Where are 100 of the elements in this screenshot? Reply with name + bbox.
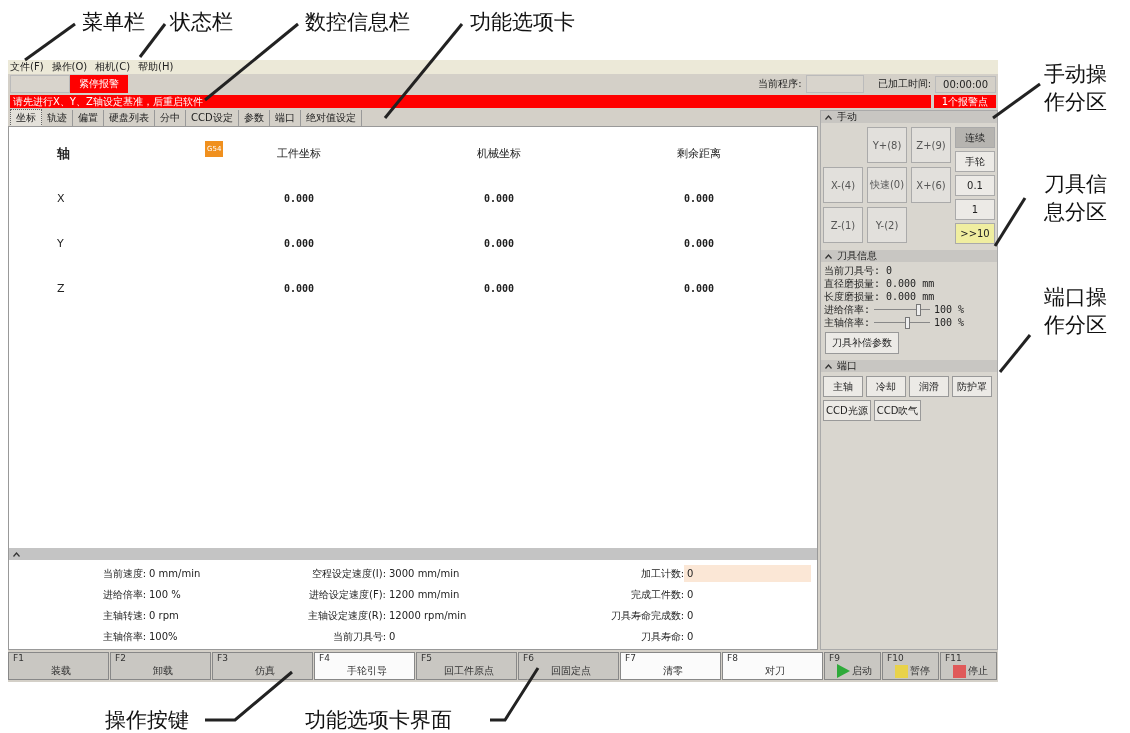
info-value: 100 % (148, 589, 182, 600)
info-label: 完成工件数: (629, 587, 684, 602)
info-label: 加工计数: (639, 566, 684, 581)
callout-label: 操作按键 (105, 707, 189, 733)
time-field: 00:00:00 (935, 75, 996, 93)
info-value: 1200 mm/min (388, 589, 461, 600)
caret-icon (825, 363, 832, 369)
section-title: 刀具信息 (837, 249, 877, 263)
info-label: 进给设定速度(F): (308, 587, 386, 602)
info-value: 0 mm/min (148, 568, 202, 579)
slider-reading: 100 % (934, 316, 965, 329)
function-key[interactable]: F1 装载 (8, 652, 109, 680)
jog-button[interactable]: 快速(0) (867, 167, 907, 203)
table-cell: 0.000 (683, 238, 715, 249)
port-button[interactable]: 防护罩 (952, 376, 992, 397)
menu-item[interactable]: 文件(F) (10, 60, 44, 74)
table-cell: Y (57, 237, 64, 250)
info-value: 12000 rpm/min (388, 610, 468, 621)
table-cell: 0.000 (283, 283, 315, 294)
info-value: 100% (148, 631, 179, 642)
table-cell: 0.000 (283, 193, 315, 204)
port-button[interactable]: 润滑 (909, 376, 949, 397)
alarm-badge: 紧停报警 (70, 75, 128, 93)
tool-offset-button[interactable]: 刀具补偿参数 (825, 332, 899, 354)
function-key[interactable]: F11 停止 (940, 652, 997, 680)
info-value: 0 rpm (148, 610, 180, 621)
section-header[interactable]: 端口 (821, 360, 997, 372)
step-button[interactable]: 1 (955, 199, 995, 220)
function-key[interactable]: F7 清零 (620, 652, 721, 680)
info-value: 0 (388, 631, 397, 642)
slider-thumb[interactable] (915, 303, 921, 316)
info-label: 刀具寿命完成数: (609, 608, 684, 623)
tab[interactable]: 坐标 (10, 109, 42, 127)
leader-line (992, 82, 1041, 120)
slider-reading: 100 % (934, 303, 965, 316)
table-cell: 0.000 (683, 193, 715, 204)
column-header: 工件坐标 (277, 146, 321, 161)
section-header[interactable]: 刀具信息 (821, 250, 997, 262)
callout-label: 端口操作分区 (1044, 284, 1108, 339)
function-key[interactable]: F5 回工件原点 (416, 652, 517, 680)
menu-item[interactable]: 帮助(H) (138, 60, 174, 74)
info-label: 刀具寿命: (639, 629, 684, 644)
table-cell: 0.000 (483, 238, 515, 249)
section-header[interactable]: 手动 (821, 111, 997, 123)
step-button[interactable]: 0.1 (955, 175, 995, 196)
port-button[interactable]: CCD吹气 (873, 400, 922, 421)
diameter-wear: 直径磨损量: 0.000 mm (824, 277, 936, 290)
info-label: 进给倍率: (101, 587, 146, 602)
info-label: 空程设定速度(I): (310, 566, 386, 581)
jog-button[interactable]: X+(6) (911, 167, 951, 203)
function-key[interactable]: F3 仿真 (212, 652, 313, 680)
jog-button[interactable]: Y+(8) (867, 127, 907, 163)
function-key[interactable]: F6 回固定点 (518, 652, 619, 680)
table-cell: X (57, 192, 65, 205)
function-key[interactable]: F10 暂停 (882, 652, 939, 680)
menu-item[interactable]: 操作(O) (51, 60, 88, 74)
callout-label: 刀具信息分区 (1044, 171, 1108, 226)
alarm-count[interactable]: 1个报警点 (934, 95, 996, 108)
slider-thumb[interactable] (904, 316, 910, 329)
play-icon (837, 664, 850, 678)
jog-button[interactable]: Y-(2) (867, 207, 907, 243)
jog-button[interactable]: Z+(9) (911, 127, 951, 163)
time-label: 已加工时间: (877, 77, 932, 91)
section-title: 手动 (837, 110, 857, 124)
info-label: 主轴设定速度(R): (306, 608, 386, 623)
info-value: 0 (686, 610, 695, 621)
table-cell: 0.000 (683, 283, 715, 294)
program-field (805, 75, 864, 93)
mode-button[interactable]: 手轮 (955, 151, 995, 172)
slider-label: 进给倍率: (824, 303, 871, 316)
info-message: 请先进行X、Y、Z轴设定基准，后重启软件 (10, 95, 931, 108)
table-cell: Z (57, 282, 65, 295)
jog-button[interactable]: Z-(1) (823, 207, 863, 243)
function-key[interactable]: F9 启动 (824, 652, 881, 680)
port-button[interactable]: 主轴 (823, 376, 863, 397)
square-icon (895, 664, 908, 678)
step-button[interactable]: >>10 (955, 223, 995, 244)
port-button[interactable]: 冷却 (866, 376, 906, 397)
column-header: 机械坐标 (477, 146, 521, 161)
function-key[interactable]: F2 卸载 (110, 652, 211, 680)
leader-line (993, 197, 1027, 247)
callout-label: 功能选项卡 (470, 9, 575, 36)
slider-label: 主轴倍率: (824, 316, 871, 329)
table-cell: 0.000 (483, 283, 515, 294)
mode-button[interactable]: 连续 (955, 127, 995, 148)
table-cell: 0.000 (283, 238, 315, 249)
menu-item[interactable]: 相机(C) (95, 60, 131, 74)
function-key[interactable]: F8 对刀 (722, 652, 823, 680)
info-label: 主轴倍率: (101, 629, 146, 644)
section-title: 端口 (837, 359, 857, 373)
function-key[interactable]: F4 手轮引导 (314, 652, 415, 680)
callout-label: 数控信息栏 (305, 9, 410, 36)
jog-button[interactable]: X-(4) (823, 167, 863, 203)
count-field[interactable]: 0 (684, 565, 811, 582)
port-button[interactable]: CCD光源 (823, 400, 871, 421)
callout-label: 功能选项卡界面 (305, 707, 452, 733)
tool-number: 当前刀具号: 0 (824, 264, 894, 277)
caret-icon (825, 114, 832, 120)
length-wear: 长度磨损量: 0.000 mm (824, 290, 936, 303)
caret-icon (13, 551, 20, 557)
